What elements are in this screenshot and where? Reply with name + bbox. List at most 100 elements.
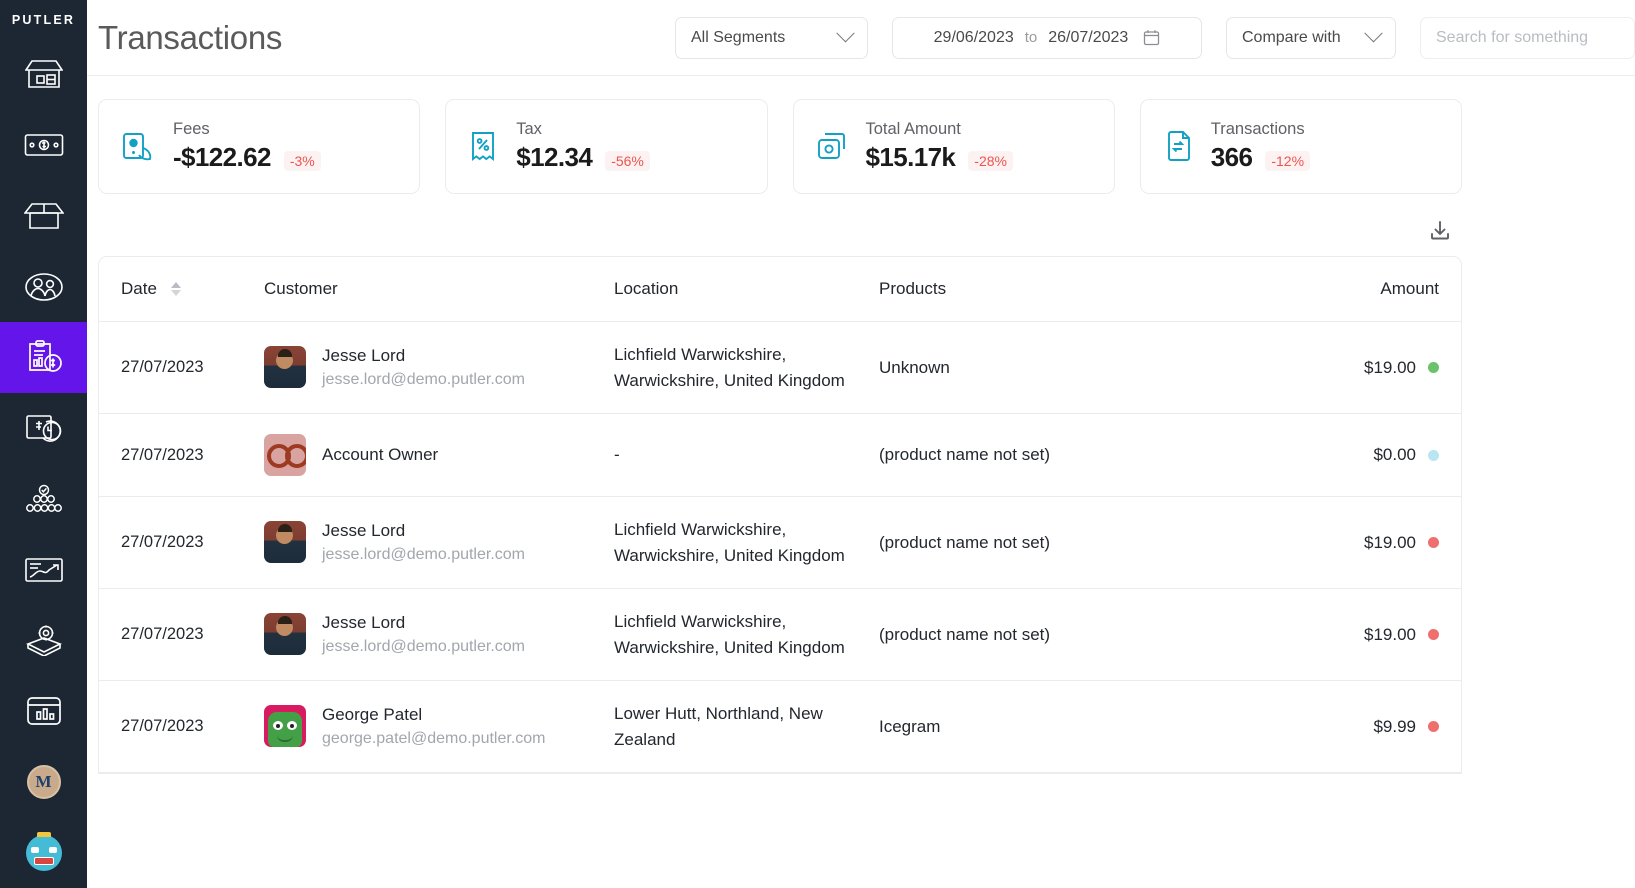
money-bill-icon [24,132,64,158]
robot-crown [36,831,51,837]
audience-group-icon [23,484,65,514]
kpi-card-tax[interactable]: Tax $12.34 -56% [445,99,768,194]
money-bill-icon [121,130,155,164]
compare-dropdown[interactable]: Compare with [1226,16,1396,59]
table-row[interactable]: 27/07/2023 Account Owner - (product name… [99,413,1461,497]
transfer-doc-icon [1163,130,1193,164]
sidebar-item-audience[interactable] [0,464,87,535]
sidebar-item-customers[interactable] [0,251,87,322]
kpi-cards: Fees -$122.62 -3% Tax $12.34 -56% Total … [87,76,1635,194]
cell-amount: $9.99 [1209,680,1461,773]
date-to: 26/07/2023 [1048,28,1129,46]
cell-customer: Jesse Lord jesse.lord@demo.putler.com [264,588,614,681]
column-header-date[interactable]: Date [99,257,264,322]
people-icon [24,272,64,302]
cell-location: Lower Hutt, Northland, New Zealand [614,680,879,773]
date-range-picker[interactable]: 29/06/2023 to 26/07/2023 [892,16,1202,59]
column-header-location[interactable]: Location [614,257,879,322]
cell-date: 27/07/2023 [99,321,264,414]
cell-date: 27/07/2023 [99,413,264,497]
cell-customer: Account Owner [264,413,614,497]
cell-products: (product name not set) [879,496,1209,589]
refund-dollar-icon [25,412,63,444]
sidebar-item-assistant[interactable] [0,817,87,888]
copy-coin-icon [816,131,848,163]
kpi-delta: -28% [968,151,1013,171]
compare-label: Compare with [1242,28,1341,46]
topbar-controls: All Segments 29/06/2023 to 26/07/2023 Co… [675,16,1635,59]
robot-mouth [33,856,54,865]
cell-products: (product name not set) [879,588,1209,681]
kpi-body: Transactions 366 -12% [1210,120,1311,173]
kpi-body: Total Amount $15.17k -28% [866,120,1013,173]
table-header-row: Date Customer Location Products Amount [99,257,1461,322]
table-row[interactable]: 27/07/2023 Jesse Lord jesse.lord@demo.pu… [99,588,1461,681]
segments-dropdown[interactable]: All Segments [675,16,868,59]
cell-customer: George Patel george.patel@demo.putler.co… [264,680,614,773]
download-icon[interactable] [1423,214,1457,248]
sidebar-item-account[interactable]: M [0,747,87,818]
column-header-amount[interactable]: Amount [1209,257,1461,322]
kpi-delta: -56% [605,151,650,171]
table-row[interactable]: 27/07/2023 Jesse Lord jesse.lord@demo.pu… [99,321,1461,414]
robot-eyes [30,846,57,853]
sidebar-item-transactions[interactable] [0,322,87,393]
robot-avatar-icon [25,831,62,871]
cell-location: - [614,413,879,497]
kpi-label: Tax [516,120,542,138]
kpi-card-total-amount[interactable]: Total Amount $15.17k -28% [792,99,1115,194]
kpi-card-fees[interactable]: Fees -$122.62 -3% [98,99,421,194]
sidebar: PUTLER M [0,0,87,888]
chevron-down-icon [836,24,855,43]
kpi-value: $12.34 [516,142,593,172]
status-badge [1428,362,1439,373]
sort-toggle-icon[interactable] [170,281,181,296]
customer-email: george.patel@demo.putler.com [322,730,546,748]
cell-products: Icegram [879,680,1209,773]
kpi-value: -$122.62 [173,142,271,172]
amount-value: $19.00 [1364,357,1416,377]
kpi-body: Tax $12.34 -56% [516,120,650,173]
store-icon [24,58,63,90]
kpi-value: 366 [1210,142,1253,172]
kpi-row: 366 -12% [1210,142,1311,173]
cell-location: Lichfield Warwickshire, Warwickshire, Un… [614,588,879,681]
calendar-icon [1143,29,1160,46]
column-header-products[interactable]: Products [879,257,1209,322]
sidebar-item-store[interactable] [0,39,87,110]
customer-email: jesse.lord@demo.putler.com [322,371,525,389]
table-body: 27/07/2023 Jesse Lord jesse.lord@demo.pu… [99,321,1461,773]
customer-name: Account Owner [322,444,439,464]
kpi-card-transactions[interactable]: Transactions 366 -12% [1139,99,1462,194]
table-toolbar [87,194,1635,256]
cell-date: 27/07/2023 [99,588,264,681]
kpi-label: Total Amount [865,120,961,138]
open-box-icon [23,201,64,231]
column-header-customer[interactable]: Customer [264,257,614,322]
status-badge [1428,721,1439,732]
kpi-body: Fees -$122.62 -3% [173,120,321,173]
amount-value: $19.00 [1364,532,1416,552]
sidebar-item-insights[interactable] [0,534,87,605]
kpi-delta: -3% [283,151,321,171]
search-input[interactable]: Search for something [1420,16,1635,59]
table-row[interactable]: 27/07/2023 George Patel george.patel@dem… [99,680,1461,773]
customer-name: George Patel [322,704,423,724]
cell-location: Lichfield Warwickshire, Warwickshire, Un… [614,496,879,589]
status-badge [1428,537,1439,548]
search-placeholder: Search for something [1436,28,1589,46]
clipboard-dollar-icon [25,339,63,375]
tax-receipt-icon [468,130,498,164]
sidebar-item-sales[interactable] [0,110,87,181]
page-title: Transactions [98,18,283,56]
avatar: M [26,764,61,799]
dashboard-card-icon [26,696,62,726]
cell-products: (product name not set) [879,413,1209,497]
table-row[interactable]: 27/07/2023 Jesse Lord jesse.lord@demo.pu… [99,496,1461,589]
sidebar-item-products[interactable] [0,181,87,252]
sidebar-item-settings[interactable] [0,605,87,676]
sidebar-item-dashboard[interactable] [0,676,87,747]
gear-box-icon [24,624,64,657]
sidebar-item-subscriptions[interactable] [0,393,87,464]
customer-avatar [264,521,306,564]
